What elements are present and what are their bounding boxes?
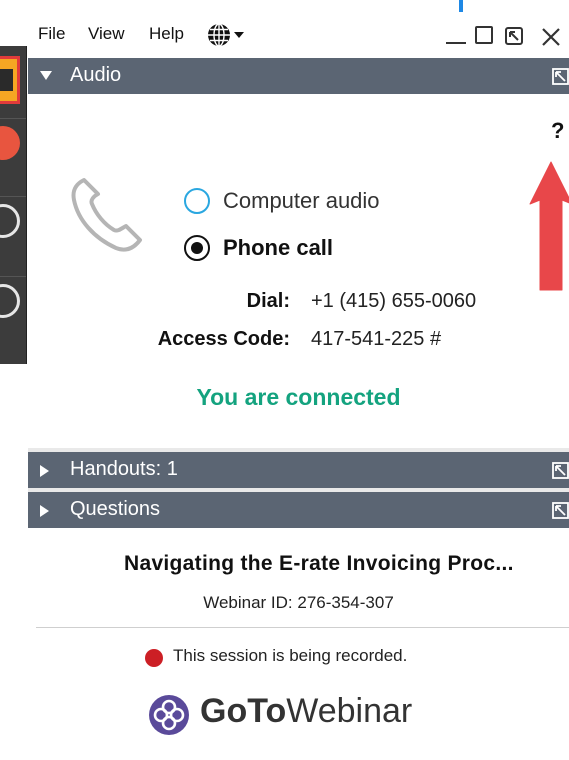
phone-call-label[interactable]: Phone call <box>223 235 333 261</box>
microphone-icon[interactable] <box>0 284 20 318</box>
phone-icon <box>71 178 142 252</box>
audio-panel: ? Computer audio Phone call Dial: +1 (41… <box>28 94 569 452</box>
minimize-button[interactable] <box>446 42 466 44</box>
red-arrow-annotation <box>529 161 569 291</box>
collapse-triangle-icon[interactable] <box>40 71 52 81</box>
computer-audio-radio[interactable] <box>184 188 210 214</box>
audio-section-title: Audio <box>70 64 122 86</box>
gotowebinar-logo-icon <box>149 695 189 735</box>
recording-notice: This session is being recorded. <box>173 646 408 665</box>
popout-icon[interactable] <box>552 68 569 85</box>
dial-label: Dial: <box>246 290 290 312</box>
globe-icon[interactable] <box>206 22 232 48</box>
expand-triangle-icon[interactable] <box>40 505 50 517</box>
divider <box>36 627 569 628</box>
popout-window-button[interactable] <box>504 26 524 46</box>
access-code-label: Access Code: <box>157 328 290 350</box>
webinar-title: Navigating the E-rate Invoicing Proc... <box>124 552 514 575</box>
logo-webinar: Webinar <box>286 692 413 730</box>
menu-view[interactable]: View <box>88 24 125 44</box>
gotowebinar-control-window: File View Help Audio ? Computer audio Ph… <box>28 12 569 760</box>
expand-triangle-icon[interactable] <box>40 465 50 477</box>
popout-icon[interactable] <box>552 502 569 519</box>
connection-status: You are connected <box>196 384 401 410</box>
help-icon[interactable]: ? <box>551 118 564 144</box>
recording-indicator-icon <box>145 649 163 667</box>
close-button[interactable] <box>540 26 562 48</box>
blue-marker <box>459 0 463 12</box>
handouts-section-title: Handouts: 1 <box>70 458 178 480</box>
webcam-icon[interactable] <box>0 204 20 238</box>
orange-status-icon[interactable] <box>0 126 20 160</box>
phone-call-radio[interactable] <box>184 235 210 261</box>
control-panel-strip <box>0 46 27 364</box>
logo-goto: GoTo <box>200 692 287 730</box>
maximize-button[interactable] <box>475 26 493 44</box>
audio-section-header[interactable]: Audio <box>28 58 569 94</box>
menu-file[interactable]: File <box>38 24 65 44</box>
menu-bar: File View Help <box>28 12 569 58</box>
dial-number: +1 (415) 655-0060 <box>311 290 477 312</box>
menu-help[interactable]: Help <box>149 24 184 44</box>
questions-section-title: Questions <box>70 498 161 520</box>
chevron-down-icon[interactable] <box>234 32 244 38</box>
screen-share-button[interactable] <box>0 46 26 118</box>
questions-section-header[interactable]: Questions <box>28 492 569 528</box>
webinar-id: Webinar ID: 276-354-307 <box>203 593 394 612</box>
gotowebinar-logo: GoToWebinar <box>200 692 412 731</box>
computer-audio-label[interactable]: Computer audio <box>223 188 380 214</box>
access-code-value: 417-541-225 # <box>311 328 442 350</box>
popout-icon[interactable] <box>552 462 569 479</box>
handouts-section-header[interactable]: Handouts: 1 <box>28 452 569 488</box>
